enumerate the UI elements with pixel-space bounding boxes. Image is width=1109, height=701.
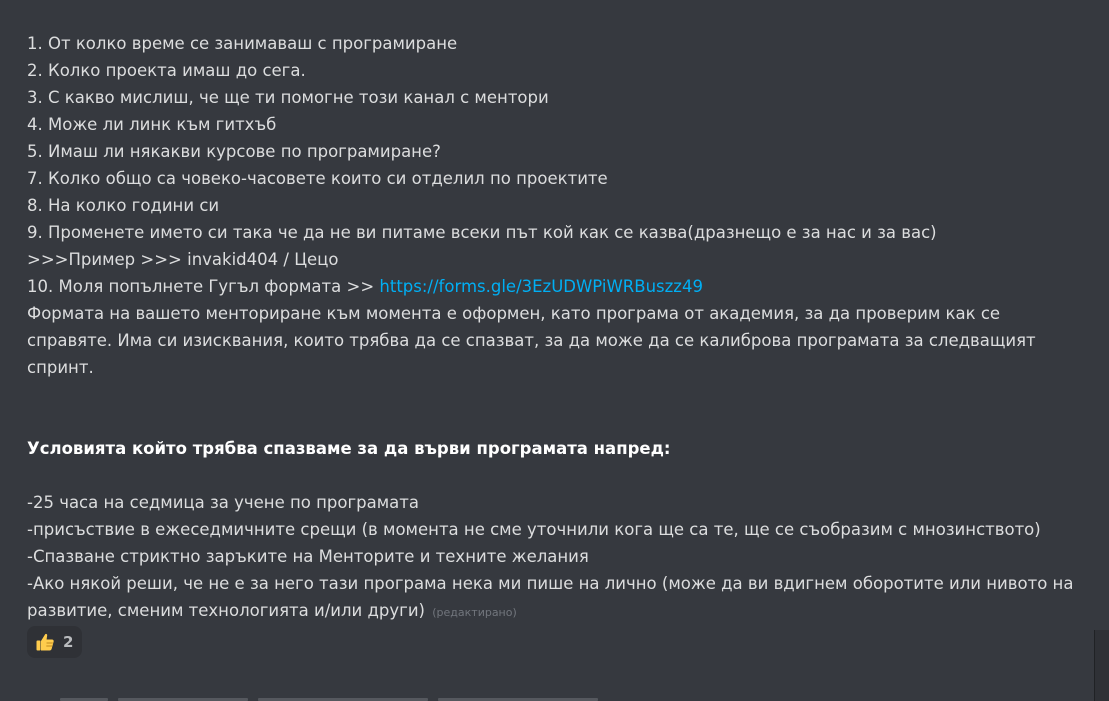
next-message-preview (60, 686, 640, 701)
question-line-9: 9. Променете името си така че да не ви п… (27, 223, 937, 242)
google-form-link[interactable]: https://forms.gle/3EzUDWPiWRBuszz49 (379, 277, 703, 296)
condition-line-1: -25 часа на седмица за учене по програма… (27, 493, 420, 512)
info-paragraph: Формата на вашето менториране към момент… (27, 304, 1036, 377)
scrollbar-track[interactable] (1094, 630, 1109, 701)
example-line: >>>Пример >>> invakid404 / Цецо (27, 250, 339, 269)
condition-line-2: -присъствие в ежеседмичните срещи (в мом… (27, 520, 1041, 539)
question-line-10: 10. Моля попълнете Гугъл формата >> http… (27, 273, 1087, 300)
question-line-4: 4. Може ли линк към гитхъб (27, 115, 277, 134)
condition-line-4-text: -Ако някой реши, че не е за него тази пр… (27, 574, 1074, 620)
question-line-3: 3. С какво мислиш, че ще ти помогне този… (27, 88, 549, 107)
thumbs-up-icon (35, 632, 55, 652)
question-line-10-text: 10. Моля попълнете Гугъл формата >> (27, 277, 380, 296)
question-line-1: 1. От колко време се занимаваш с програм… (27, 34, 458, 53)
question-line-8: 8. На колко години си (27, 196, 220, 215)
thumbs-up-reaction[interactable]: 2 (27, 626, 83, 658)
reaction-count: 2 (63, 633, 74, 651)
question-line-5: 5. Имаш ли някакви курсове по програмира… (27, 142, 441, 161)
condition-line-3: -Спазване стриктно заръките на Менторите… (27, 547, 589, 566)
condition-line-4: -Ако някой реши, че не е за него тази пр… (27, 570, 1087, 626)
conditions-heading: Условията който трябва спазваме за да въ… (27, 439, 671, 458)
message-content: 1. От колко време се занимаваш с програм… (27, 30, 1087, 626)
edited-label: (редактирано) (432, 606, 517, 619)
question-line-7: 7. Колко общо са човеко-часовете които с… (27, 169, 608, 188)
question-line-2: 2. Колко проекта имаш до сега. (27, 61, 306, 80)
